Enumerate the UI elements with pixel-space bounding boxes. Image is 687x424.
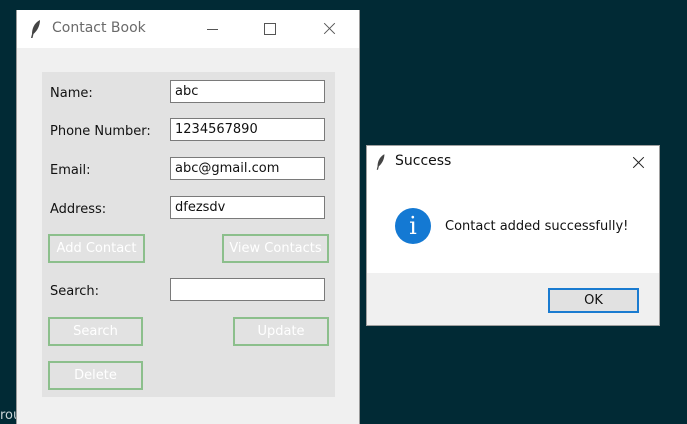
ok-button[interactable]: OK: [548, 288, 639, 313]
phone-input[interactable]: 1234567890: [170, 118, 325, 141]
address-input[interactable]: dfezsdv: [170, 196, 325, 219]
address-label: Address:: [50, 202, 107, 217]
name-label: Name:: [50, 86, 93, 101]
dialog-message: Contact added successfully!: [445, 219, 629, 234]
dialog-close-button[interactable]: [621, 148, 655, 176]
name-input[interactable]: abc: [170, 80, 325, 103]
feather-icon: [376, 154, 385, 170]
add-contact-button[interactable]: Add Contact: [48, 234, 145, 263]
dialog-title: Success: [395, 153, 452, 169]
update-button[interactable]: Update: [233, 317, 329, 346]
delete-button[interactable]: Delete: [48, 361, 143, 390]
title-bar[interactable]: Contact Book: [17, 10, 359, 48]
email-label: Email:: [50, 163, 91, 178]
search-label: Search:: [50, 284, 100, 299]
info-icon: i: [395, 208, 431, 244]
window-title: Contact Book: [52, 20, 146, 36]
phone-label: Phone Number:: [50, 124, 151, 139]
minimize-button[interactable]: [190, 10, 236, 48]
search-button[interactable]: Search: [48, 317, 143, 346]
success-dialog: Success i Contact added successfully! OK: [366, 145, 660, 326]
contact-book-window: Contact Book Name: abc Phone Number: 123…: [16, 10, 360, 424]
search-input[interactable]: [170, 278, 325, 301]
email-input[interactable]: abc@gmail.com: [170, 157, 325, 180]
maximize-button[interactable]: [247, 10, 293, 48]
feather-icon: [31, 20, 40, 38]
view-contacts-button[interactable]: View Contacts: [222, 234, 329, 263]
close-button[interactable]: [307, 10, 353, 48]
dialog-footer: OK: [367, 273, 659, 325]
